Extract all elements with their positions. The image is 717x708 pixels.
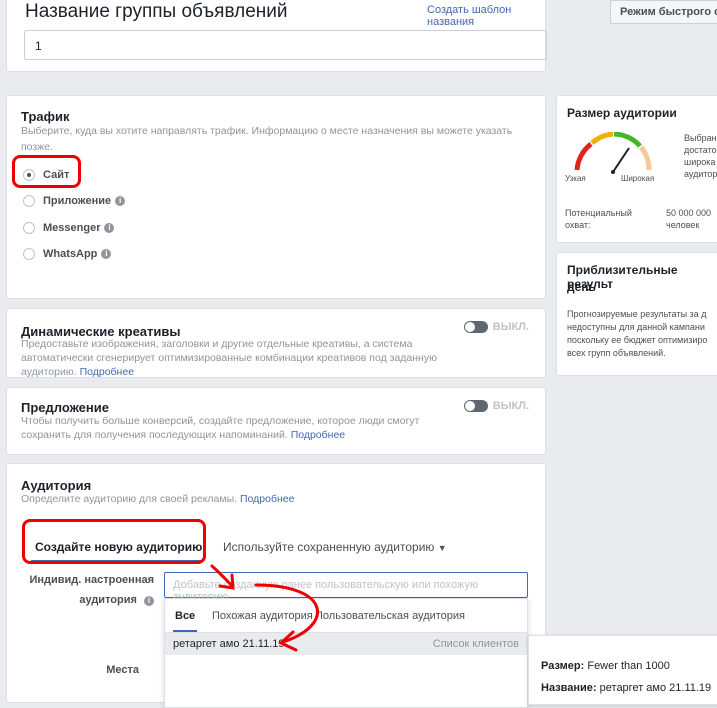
gauge-narrow-label: Узкая [565, 174, 586, 183]
gauge-wide-label: Широкая [621, 174, 655, 183]
results-text-1: Прогнозируемые результаты за д [567, 309, 707, 319]
results-text-2: недоступны для данной кампани [567, 322, 705, 332]
audience-gauge-icon [574, 132, 652, 174]
annotation-arrow-2 [254, 583, 319, 652]
results-text-4: всех групп объявлений. [567, 348, 666, 358]
audience-size-title: Размер аудитории [567, 106, 677, 120]
results-text-3: поскольку ее бюджет оптимизиро [567, 335, 708, 345]
potential-reach-label-1: Потенциальный [565, 208, 632, 218]
audience-size-desc-4: аудитор [684, 169, 717, 179]
audience-size-card: Размер аудитории Узкая Широкая Выбран до… [556, 95, 717, 243]
audience-size-desc-3: широка [684, 157, 716, 167]
audience-size-desc-2: достато [684, 145, 717, 155]
potential-reach-value-1: 50 000 000 [666, 208, 712, 218]
estimated-results-card: Приблизительные результ день Прогнозируе… [556, 252, 717, 376]
potential-reach-value-2: человек [666, 220, 700, 230]
audience-size-desc-1: Выбран [684, 133, 717, 143]
potential-reach-label-2: охват: [565, 220, 591, 230]
annotation-arrow-1 [210, 564, 235, 590]
estimated-results-title-2: день [567, 280, 596, 294]
